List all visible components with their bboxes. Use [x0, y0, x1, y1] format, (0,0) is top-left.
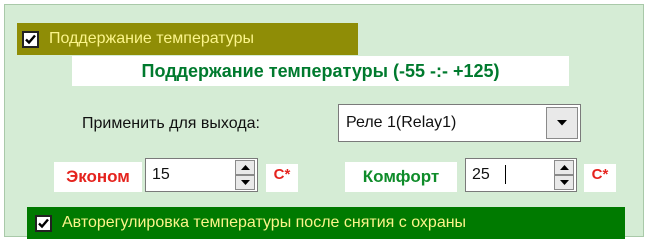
chevron-down-icon: [557, 120, 567, 126]
comfort-unit: C*: [584, 164, 616, 192]
auto-regulation-checkbox[interactable]: [35, 214, 52, 232]
arrow-up-icon: [559, 165, 569, 170]
auto-regulation-row[interactable]: Авторегулировка температуры после снятия…: [27, 207, 625, 239]
econom-unit: C*: [266, 164, 298, 192]
temperature-group-checkbox[interactable]: [22, 30, 39, 48]
econom-stepper[interactable]: 15: [145, 158, 258, 192]
comfort-increment-button[interactable]: [554, 160, 574, 175]
econom-label: Эконом: [54, 162, 142, 192]
econom-decrement-button[interactable]: [235, 175, 255, 190]
econom-increment-button[interactable]: [235, 160, 255, 175]
comfort-stepper[interactable]: 25: [465, 158, 577, 192]
arrow-down-icon: [559, 180, 569, 185]
output-select[interactable]: Реле 1(Relay1): [338, 104, 581, 142]
output-select-value: Реле 1(Relay1): [346, 114, 457, 131]
comfort-value[interactable]: 25: [472, 166, 554, 184]
auto-regulation-label: Авторегулировка температуры после снятия…: [62, 214, 467, 231]
apply-output-label: Применить для выхода:: [82, 115, 260, 132]
checkmark-icon: [38, 218, 49, 228]
temperature-group-label: Поддержание температуры: [49, 30, 255, 47]
econom-value[interactable]: 15: [152, 166, 235, 184]
comfort-decrement-button[interactable]: [554, 175, 574, 190]
section-title: Поддержание температуры (-55 -:- +125): [72, 56, 569, 86]
output-select-dropdown-button[interactable]: [546, 107, 578, 139]
comfort-label: Комфорт: [345, 162, 457, 192]
arrow-up-icon: [240, 165, 250, 170]
temperature-group-header[interactable]: Поддержание температуры: [17, 23, 358, 55]
arrow-down-icon: [240, 180, 250, 185]
text-caret: [505, 165, 506, 184]
checkmark-icon: [25, 34, 36, 44]
